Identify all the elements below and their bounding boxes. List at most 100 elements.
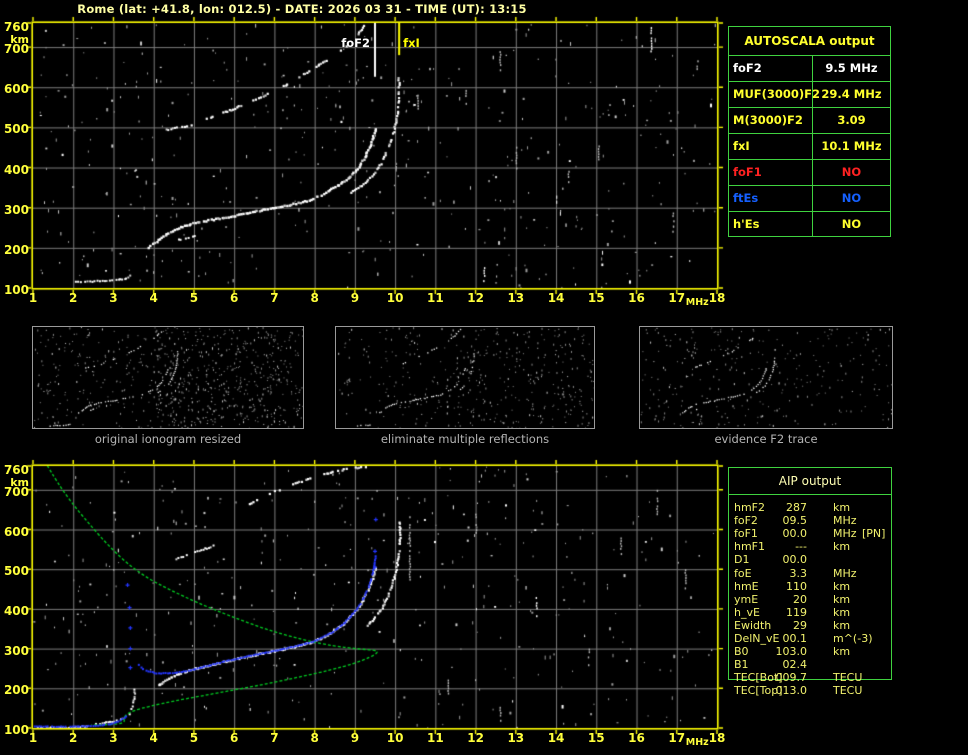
x-axis-unit-label: MHz xyxy=(685,297,709,308)
param-value: NO xyxy=(841,165,862,179)
thumbnail-caption: original ionogram resized xyxy=(94,432,242,446)
y-tick-label: 600 xyxy=(3,524,29,539)
autoscala-window: Rome (lat: +41.8, lon: 012.5) - DATE: 20… xyxy=(0,0,968,755)
param-value: 02.4 xyxy=(782,658,808,672)
param-unit: km xyxy=(833,645,851,659)
aip-row: B0 103.0 km xyxy=(729,645,893,658)
param-label: B1 xyxy=(734,658,749,672)
param-unit: km xyxy=(833,592,851,606)
aip-row: DelN_vE 00.1 m^(-3) xyxy=(729,632,893,645)
y-tick-label: 300 xyxy=(3,643,29,658)
param-label: foF2 xyxy=(729,56,813,81)
aip-row: TEC[Top] 013.0 TECU xyxy=(729,684,893,697)
x-tick-label: 2 xyxy=(69,731,78,745)
aip-row: hmF1 --- km xyxy=(729,540,893,553)
table-title: AUTOSCALA output xyxy=(729,27,890,56)
autoscala-output-table: AUTOSCALA output foF2 9.5 MHz MUF(3000)F2 2… xyxy=(728,26,891,237)
x-tick-label: 10 xyxy=(386,731,404,745)
param-unit: MHz xyxy=(833,566,857,580)
y-tick-label: 400 xyxy=(3,162,29,177)
param-value: 00.0 xyxy=(782,527,808,541)
param-value: 10.1 MHz xyxy=(821,139,882,153)
bottom-ionogram-canvas xyxy=(25,458,725,736)
x-tick-label: 12 xyxy=(467,731,484,745)
y-tick-label: 760 xyxy=(3,463,29,477)
param-value: 287 xyxy=(786,501,807,514)
x-tick-label: 4 xyxy=(149,731,158,745)
x-tick-label: 6 xyxy=(229,731,239,745)
thumbnail-caption: eliminate multiple reflections xyxy=(380,432,550,446)
param-label: B0 xyxy=(734,645,749,659)
y-tick-label: 300 xyxy=(3,202,29,217)
autoscala-row: MUF(3000)F2 29.4 MHz xyxy=(729,82,890,108)
param-unit: km xyxy=(833,618,851,632)
table-title: AIP output xyxy=(729,468,891,495)
x-tick-label: 13 xyxy=(507,291,525,305)
x-tick-label: 10 xyxy=(386,291,404,305)
aip-output-table: AIP output hmF2 287 km foF2 09.5 MHz foF1 00.0 M… xyxy=(728,467,893,697)
y-tick-label: 200 xyxy=(3,683,29,698)
x-tick-label: 1 xyxy=(28,291,38,305)
aip-row: D1 00.0 xyxy=(729,553,893,566)
x-tick-label: 3 xyxy=(109,291,118,305)
aip-row: Ewidth 29 km xyxy=(729,619,893,632)
thumbnail-evidence-f2-trace xyxy=(639,326,893,429)
param-value: NO xyxy=(841,217,862,231)
param-value: 3.3 xyxy=(789,566,808,580)
param-label: foF1 xyxy=(729,160,813,185)
param-value: 00.0 xyxy=(782,553,808,567)
param-value: 00.1 xyxy=(782,632,808,645)
thumbnail-original-ionogram xyxy=(32,326,304,429)
param-value: 009.7 xyxy=(775,671,808,685)
aip-row: hmE 110 km xyxy=(729,580,893,593)
x-tick-label: 13 xyxy=(507,731,525,745)
x-tick-label: 5 xyxy=(189,291,199,305)
autoscala-row: h'Es NO xyxy=(729,212,890,237)
aip-row: B1 02.4 xyxy=(729,658,893,671)
aip-row: foF1 00.0 MHz [PN] xyxy=(729,527,893,540)
param-label: fxI xyxy=(729,134,813,159)
param-value: 29 xyxy=(793,618,807,632)
param-label: foE xyxy=(734,566,752,580)
x-tick-label: 12 xyxy=(467,291,484,305)
param-value: 103.0 xyxy=(775,645,808,659)
y-axis-unit-label: km xyxy=(10,476,29,489)
param-note: [PN] xyxy=(862,527,886,541)
y-tick-label: 760 xyxy=(3,20,29,34)
param-unit: MHz xyxy=(833,514,857,528)
param-value: 3.09 xyxy=(837,113,866,127)
param-unit: m^(-3) xyxy=(833,632,873,645)
x-tick-label: 8 xyxy=(310,731,319,745)
x-tick-label: 2 xyxy=(69,291,78,305)
top-ionogram-canvas xyxy=(25,15,725,296)
autoscala-row: foF2 9.5 MHz xyxy=(729,56,890,82)
y-tick-label: 500 xyxy=(3,564,29,579)
aip-row: hmF2 287 km xyxy=(729,501,893,514)
x-tick-label: 15 xyxy=(587,731,605,745)
y-tick-label: 500 xyxy=(3,122,29,137)
param-label: h'Es xyxy=(729,212,813,237)
x-axis-unit-label: MHz xyxy=(685,737,709,748)
x-tick-label: 15 xyxy=(587,291,605,305)
autoscala-row: ftEs NO xyxy=(729,186,890,212)
thumbnail-caption: evidence F2 trace xyxy=(714,432,818,446)
param-value: 20 xyxy=(793,592,807,606)
fof2-marker-label: foF2 xyxy=(341,36,370,50)
x-tick-label: 6 xyxy=(229,291,239,305)
param-unit: TECU xyxy=(833,684,863,698)
param-value: --- xyxy=(795,540,807,554)
thumbnail-multiples-eliminated xyxy=(335,326,595,429)
aip-row: TEC[Bot] 009.7 TECU xyxy=(729,671,893,684)
param-value: 9.5 MHz xyxy=(825,61,878,75)
param-value: NO xyxy=(841,191,862,205)
autoscala-row: M(3000)F2 3.09 xyxy=(729,108,890,134)
param-unit: km xyxy=(833,605,851,619)
aip-row: foF2 09.5 MHz xyxy=(729,514,893,527)
autoscala-row: foF1 NO xyxy=(729,160,890,186)
y-tick-label: 200 xyxy=(3,242,29,257)
param-label: ftEs xyxy=(729,186,813,211)
x-tick-label: 7 xyxy=(270,731,279,745)
x-tick-label: 11 xyxy=(426,291,444,305)
x-tick-label: 1 xyxy=(28,731,38,745)
param-unit: MHz xyxy=(833,527,857,541)
